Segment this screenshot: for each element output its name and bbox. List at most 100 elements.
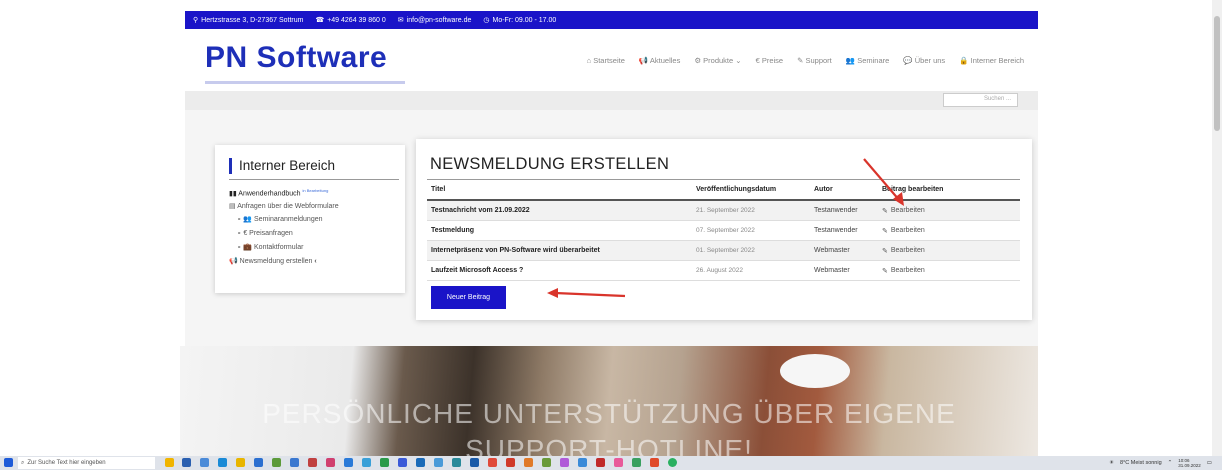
app-icon[interactable]: [362, 458, 371, 467]
windows-start-icon[interactable]: [4, 458, 13, 467]
app-icon[interactable]: [326, 458, 335, 467]
chevron-up-icon[interactable]: ⌃: [1168, 460, 1173, 466]
hero-headline: PERSÖNLICHE UNTERSTÜTZUNG ÜBER EIGENE: [262, 398, 956, 429]
table-row: Testnachricht vom 21.09.2022 21. Septemb…: [427, 200, 1020, 221]
search-icon: ⌕: [21, 459, 25, 466]
sidebar-item-kontaktformular[interactable]: ∘ 💼 Kontaktformular: [237, 243, 303, 251]
search-row: Suchen ...: [185, 91, 1038, 110]
scrollbar-thumb[interactable]: [1214, 16, 1220, 131]
app-icon[interactable]: [524, 458, 533, 467]
nav-aktuelles[interactable]: 📢 Aktuelles: [639, 56, 680, 65]
new-post-button[interactable]: Neuer Beitrag: [431, 286, 506, 309]
nav-preise[interactable]: € Preise: [756, 56, 784, 65]
email-item[interactable]: ✉ info@pn-software.de: [397, 16, 472, 25]
app-icon[interactable]: [398, 458, 407, 467]
app-icon[interactable]: [506, 458, 515, 467]
notifications-icon[interactable]: ▭: [1207, 460, 1212, 466]
app-icon[interactable]: [632, 458, 641, 467]
app-icon[interactable]: [182, 458, 191, 467]
column-header-datum[interactable]: Veröffentlichungsdatum: [692, 179, 810, 201]
app-icon[interactable]: [578, 458, 587, 467]
column-header-titel[interactable]: Titel: [427, 179, 692, 201]
nav-produkte[interactable]: ⚙ Produkte ⌄: [694, 56, 741, 65]
table-header-row: Titel Veröffentlichungsdatum Autor Beitr…: [427, 179, 1020, 201]
clock[interactable]: 10:06 31.09.2022: [1178, 458, 1201, 468]
news-table: Titel Veröffentlichungsdatum Autor Beitr…: [427, 179, 1020, 281]
app-icon[interactable]: [165, 458, 174, 467]
form-icon: ▤: [229, 203, 236, 210]
app-icon[interactable]: [254, 458, 263, 467]
book-icon: ▮▮: [229, 190, 237, 198]
app-icon[interactable]: [650, 458, 659, 467]
nav-seminare[interactable]: 👥 Seminare: [846, 56, 890, 65]
site-header: PN Software ⌂ Startseite 📢 Aktuelles ⚙ P…: [185, 29, 1038, 91]
sidebar-item-newsmeldung[interactable]: 📢 Newsmeldung erstellen ‹: [229, 257, 317, 265]
megaphone-icon: 📢: [229, 258, 238, 265]
edit-link[interactable]: ✎ Bearbeiten: [882, 227, 925, 235]
app-icon[interactable]: [416, 458, 425, 467]
clock-icon: ◷: [483, 17, 490, 24]
row-author: Webmaster: [810, 260, 878, 281]
edit-icon: ✎: [882, 227, 888, 235]
edit-link[interactable]: ✎ Bearbeiten: [882, 247, 925, 255]
row-title: Testnachricht vom 21.09.2022: [427, 200, 692, 221]
app-icon[interactable]: [308, 458, 317, 467]
sidebar-item-anwenderhandbuch[interactable]: ▮▮ Anwenderhandbuch in Bearbeitung: [229, 188, 328, 197]
in-progress-badge: in Bearbeitung: [302, 188, 329, 193]
app-icon[interactable]: [560, 458, 569, 467]
nav-ueber-uns[interactable]: 💬 Über uns: [903, 56, 945, 65]
chevron-left-icon: ‹: [314, 258, 317, 265]
system-tray: ☀ 8°C Meist sonnig ⌃ 10:06 31.09.2022 ▭: [1109, 458, 1212, 468]
taskbar-search[interactable]: ⌕ Zur Suche Text hier eingeben: [18, 457, 155, 469]
page-title: NEWSMELDUNG ERSTELLEN: [430, 155, 670, 173]
nav-startseite[interactable]: ⌂ Startseite: [587, 56, 625, 65]
app-icon[interactable]: [218, 458, 227, 467]
row-author: Webmaster: [810, 240, 878, 261]
divider: [229, 179, 399, 180]
logo[interactable]: PN Software: [205, 41, 405, 84]
mail-icon: ✉: [397, 17, 404, 24]
edit-link[interactable]: ✎ Bearbeiten: [882, 267, 925, 275]
row-title: Laufzeit Microsoft Access ?: [427, 260, 692, 281]
table-row: Testmeldung 07. September 2022 Testanwen…: [427, 220, 1020, 241]
row-title: Testmeldung: [427, 220, 692, 241]
megaphone-icon: 📢: [638, 56, 649, 65]
app-icon[interactable]: [488, 458, 497, 467]
phone-item[interactable]: ☎ +49 4264 39 860 0: [315, 16, 385, 25]
table-row: Internetpräsenz von PN-Software wird übe…: [427, 240, 1020, 261]
taskbar: ⌕ Zur Suche Text hier eingeben ☀ 8°C Meis…: [0, 456, 1222, 470]
phone-icon: ☎: [315, 17, 325, 24]
address-item: ⚲ Hertzstrasse 3, D-27367 Sottrum: [193, 16, 304, 25]
nav-support[interactable]: ✎ Support: [797, 56, 832, 65]
app-icon[interactable]: [596, 458, 605, 467]
annotation-arrow-icon: [863, 158, 904, 206]
app-icon[interactable]: [434, 458, 443, 467]
weather-icon: ☀: [1109, 460, 1115, 466]
hero-image: PERSÖNLICHE UNTERSTÜTZUNG ÜBER EIGENE SU…: [180, 346, 1038, 456]
scrollbar[interactable]: [1212, 0, 1222, 456]
home-icon: ⌂: [586, 56, 592, 65]
gear-icon: ⚙: [694, 56, 702, 65]
sidebar-item-preisanfragen[interactable]: ∘ € Preisanfragen: [237, 229, 293, 237]
edit-icon: ✎: [882, 267, 888, 275]
search-input[interactable]: Suchen ...: [943, 93, 1018, 107]
sidebar-title: Interner Bereich: [229, 158, 335, 174]
group-icon: 👥: [243, 216, 253, 223]
app-icon[interactable]: [236, 458, 245, 467]
weather-text[interactable]: 8°C Meist sonnig: [1120, 460, 1162, 466]
app-icon[interactable]: [452, 458, 461, 467]
app-icon[interactable]: [290, 458, 299, 467]
news-card: NEWSMELDUNG ERSTELLEN Titel Veröffentlic…: [416, 139, 1032, 320]
app-icon[interactable]: [470, 458, 479, 467]
whatsapp-icon[interactable]: [668, 458, 677, 467]
wrench-icon: ✎: [797, 56, 804, 65]
sidebar-item-seminaranmeldungen[interactable]: ∘ 👥 Seminaranmeldungen: [237, 215, 323, 223]
app-icon[interactable]: [200, 458, 209, 467]
app-icon[interactable]: [344, 458, 353, 467]
app-icon[interactable]: [542, 458, 551, 467]
nav-interner-bereich[interactable]: 🔒 Interner Bereich: [959, 56, 1024, 65]
app-icon[interactable]: [614, 458, 623, 467]
app-icon[interactable]: [272, 458, 281, 467]
app-icon[interactable]: [380, 458, 389, 467]
sidebar-item-anfragen[interactable]: ▤ Anfragen über die Webformulare: [229, 202, 339, 210]
